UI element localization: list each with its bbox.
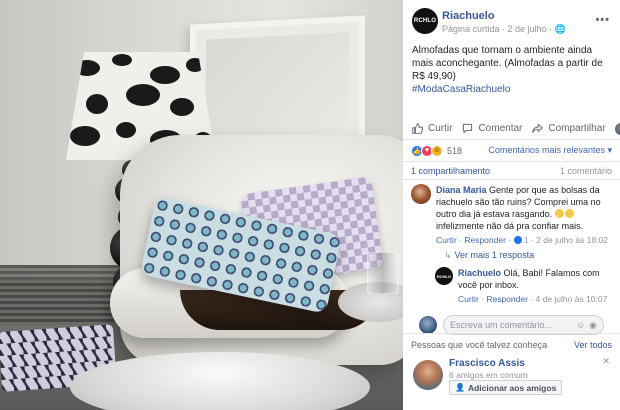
- like-button[interactable]: Curtir: [411, 122, 452, 135]
- post-photo[interactable]: [0, 0, 403, 410]
- comment-like-link[interactable]: Curtir: [436, 235, 457, 245]
- page-name-link[interactable]: Riachuelo: [442, 10, 495, 22]
- mutual-friends[interactable]: 6 amigos em comum: [449, 370, 528, 380]
- add-friend-label: Adicionar aos amigos: [467, 382, 557, 393]
- thumbs-up-icon: [411, 122, 424, 135]
- comments-section: Diana Maria Gente por que as bolsas da r…: [403, 180, 620, 335]
- view-more-replies-label: Ver mais 1 resposta: [454, 250, 535, 260]
- commenter-name[interactable]: Diana Maria: [436, 185, 487, 195]
- reaction-as-selector[interactable]: ▾: [614, 122, 620, 135]
- post-header: RCHLO Riachuelo Página curtida · 2 de ju…: [403, 0, 620, 40]
- post-actions: Curtir Comentar Compartilhar ▾: [403, 118, 620, 140]
- reply-item: RCHLO Riachuelo Olá, Babi! Falamos com v…: [435, 267, 612, 305]
- suggested-person-avatar[interactable]: [413, 360, 443, 390]
- comment-icon: [461, 122, 474, 135]
- suggestions-title: Pessoas que você talvez conheça: [411, 340, 548, 350]
- reply-author-name[interactable]: Riachuelo: [458, 268, 501, 278]
- comment-actions: Curtir · Responder · 1 · 2 de julho às 1…: [436, 235, 609, 245]
- comment-text-end: infelizmente não dá pra confiar mais.: [436, 221, 584, 231]
- post-hashtag[interactable]: #ModaCasaRiachuelo: [412, 84, 510, 95]
- share-label: Compartilhar: [548, 123, 606, 134]
- comment-input[interactable]: Escreva um comentário... ☺ ◉: [443, 315, 604, 335]
- share-button[interactable]: Compartilhar: [531, 122, 606, 135]
- close-icon[interactable]: ✕: [602, 356, 610, 367]
- comment-reply-link[interactable]: Responder: [464, 235, 506, 245]
- sad-emoji-icon: [564, 209, 574, 218]
- commenter-avatar[interactable]: [411, 184, 431, 204]
- sad-emoji-icon: [554, 209, 564, 218]
- comment-body: Diana Maria Gente por que as bolsas da r…: [436, 184, 612, 246]
- post-body: Almofadas que tornam o ambiente ainda ma…: [412, 45, 603, 82]
- comment-time[interactable]: 2 de julho às 18:02: [536, 235, 608, 245]
- comment-sort-dropdown[interactable]: Comentários mais relevantes ▾: [488, 145, 612, 156]
- like-label: Curtir: [428, 123, 453, 134]
- reactions-bar: 👍 ♥ o 518 Comentários mais relevantes ▾: [403, 140, 620, 162]
- photo-glass: [367, 252, 399, 294]
- people-you-may-know: Pessoas que você talvez conheça Ver todo…: [403, 333, 620, 410]
- comment-item: Diana Maria Gente por que as bolsas da r…: [411, 184, 612, 246]
- reply-body: Riachuelo Olá, Babi! Falamos com você po…: [458, 267, 612, 305]
- reply-time[interactable]: 4 de julho às 10:07: [536, 294, 608, 304]
- emoji-icon[interactable]: ☺: [576, 320, 585, 330]
- post-text: Almofadas que tornam o ambiente ainda ma…: [403, 40, 620, 118]
- comment-like-count: 1: [523, 235, 529, 245]
- current-user-avatar: [419, 316, 437, 334]
- reply-reply-link[interactable]: Responder: [486, 294, 528, 304]
- add-friend-icon: 👤: [455, 383, 465, 392]
- comment-composer: Escreva um comentário... ☺ ◉: [419, 315, 604, 335]
- user-mini-avatar: [614, 122, 620, 135]
- suggestions-header: Pessoas que você talvez conheça Ver todo…: [403, 334, 620, 350]
- wow-reaction-icon[interactable]: o: [431, 144, 443, 157]
- view-more-replies-link[interactable]: ↳ Ver mais 1 resposta: [411, 250, 612, 261]
- post-meta: Página curtida · 2 de julho · 🌐: [442, 24, 566, 34]
- see-all-link[interactable]: Ver todos: [574, 340, 612, 350]
- post-side-panel: RCHLO Riachuelo Página curtida · 2 de ju…: [403, 0, 620, 410]
- reaction-count[interactable]: 518: [447, 146, 462, 156]
- suggestion-item: Frascisco Assis 6 amigos em comum 👤 Adic…: [411, 356, 612, 400]
- suggested-person-name[interactable]: Frascisco Assis: [449, 358, 525, 369]
- engagement-summary: 1 compartilhamento 1 comentário: [403, 162, 620, 180]
- camera-icon[interactable]: ◉: [589, 320, 597, 331]
- reply-arrow-icon: ↳: [444, 250, 452, 260]
- reply-actions: Curtir · Responder · 4 de julho às 10:07: [458, 294, 608, 304]
- page-reply-avatar[interactable]: RCHLO: [435, 267, 453, 285]
- comment-button[interactable]: Comentar: [461, 122, 522, 135]
- shares-count-link[interactable]: 1 compartilhamento: [411, 166, 490, 176]
- comments-count-link[interactable]: 1 comentário: [560, 166, 612, 176]
- reply-like-link[interactable]: Curtir: [458, 294, 479, 304]
- add-friend-button[interactable]: 👤 Adicionar aos amigos: [449, 380, 563, 395]
- like-badge-icon: [513, 236, 522, 244]
- comment-input-placeholder: Escreva um comentário...: [450, 320, 553, 330]
- share-arrow-icon: [531, 122, 544, 135]
- more-options-icon[interactable]: •••: [595, 14, 610, 26]
- comment-label: Comentar: [478, 123, 523, 134]
- page-avatar[interactable]: RCHLO: [412, 8, 438, 34]
